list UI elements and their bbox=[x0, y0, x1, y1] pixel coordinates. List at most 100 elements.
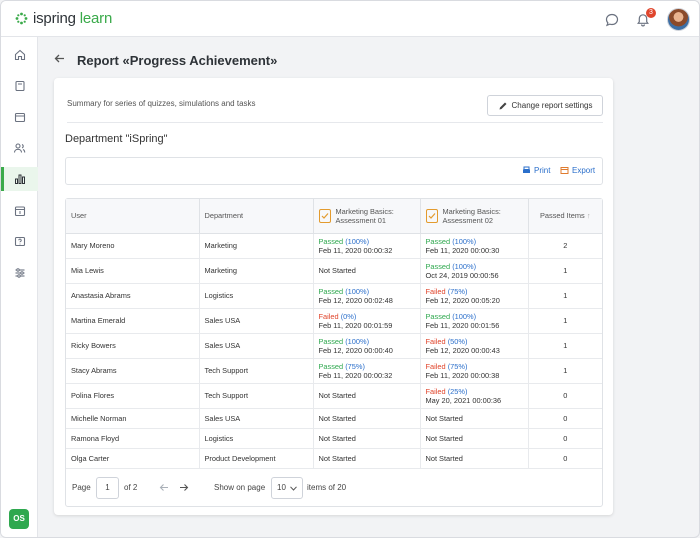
home-icon bbox=[14, 49, 25, 61]
table-body: Mary Moreno Marketing Passed (100%) Feb 11,… bbox=[66, 233, 602, 469]
user-cell: Anastasia Abrams bbox=[66, 283, 200, 309]
sidebar-item-library[interactable] bbox=[1, 74, 38, 98]
user-name: Ramona Floyd bbox=[71, 433, 120, 443]
table-row[interactable]: Stacy Abrams Tech Support Passed (75%) Feb … bbox=[66, 358, 602, 384]
score-percent[interactable]: (100%) bbox=[345, 287, 369, 296]
status-label: Passed bbox=[318, 236, 344, 246]
report-card: Summary for series of quizzes, simulatio… bbox=[54, 78, 613, 515]
score-percent[interactable]: (100%) bbox=[452, 262, 476, 271]
department-cell: Sales USA bbox=[199, 308, 314, 334]
status-not-started: Not Started bbox=[318, 266, 356, 275]
quiz-icon bbox=[318, 208, 331, 223]
book-icon bbox=[14, 80, 25, 92]
score-percent[interactable]: (100%) bbox=[345, 237, 369, 246]
quiz-icon bbox=[425, 208, 438, 223]
report-table: User Department Marketing Basics: Assessm… bbox=[65, 198, 603, 507]
score-percent[interactable]: (75%) bbox=[345, 362, 365, 371]
column-header-assessment-02[interactable]: Marketing Basics: Assessment 02 bbox=[420, 199, 529, 234]
user-cell: Olga Carter bbox=[66, 448, 200, 469]
status-not-started: Not Started bbox=[425, 413, 463, 423]
attempt-date: Feb 12, 2020 00:02:48 bbox=[318, 295, 393, 305]
change-report-settings-button[interactable]: Change report settings bbox=[487, 95, 603, 116]
score-percent[interactable]: (0%) bbox=[341, 312, 357, 321]
department-header-label: Department bbox=[204, 211, 244, 221]
assessment-02-cell: Not Started bbox=[420, 428, 529, 449]
app-logo[interactable]: ispring learn bbox=[15, 10, 112, 27]
status-label: Passed bbox=[425, 236, 451, 246]
department-cell: Sales USA bbox=[199, 333, 314, 359]
score-percent[interactable]: (100%) bbox=[345, 337, 369, 346]
column-header-user[interactable]: User bbox=[66, 199, 200, 234]
status-label: Failed bbox=[425, 336, 446, 346]
table-row[interactable]: Olga Carter Product Development Not Starte… bbox=[66, 448, 602, 469]
back-arrow-icon[interactable] bbox=[53, 52, 66, 65]
sidebar-item-settings[interactable] bbox=[1, 261, 38, 285]
table-row[interactable]: Michelle Norman Sales USA Not Started Not S… bbox=[66, 408, 602, 429]
department-cell: Marketing bbox=[199, 233, 314, 259]
user-name: Michelle Norman bbox=[71, 413, 127, 423]
chat-icon[interactable] bbox=[605, 13, 619, 27]
table-row[interactable]: Martina Emerald Sales USA Failed (0%) Feb 1… bbox=[66, 308, 602, 334]
column-header-passed-items[interactable]: Passed Items ↑ bbox=[528, 199, 602, 234]
column-header-department[interactable]: Department bbox=[199, 199, 314, 234]
score-percent[interactable]: (100%) bbox=[452, 312, 476, 321]
print-button[interactable]: Print bbox=[522, 166, 550, 175]
passed-items-count: 1 bbox=[563, 366, 568, 375]
print-label: Print bbox=[534, 166, 551, 175]
status-label: Failed bbox=[425, 286, 446, 296]
ispring-logo-icon bbox=[15, 12, 28, 25]
export-button[interactable]: Export bbox=[560, 166, 595, 175]
sidebar-item-events[interactable] bbox=[1, 199, 38, 223]
user-initials-badge[interactable]: OS bbox=[9, 509, 29, 529]
column-header-assessment-01[interactable]: Marketing Basics: Assessment 01 bbox=[313, 199, 421, 234]
sidebar-item-users[interactable] bbox=[1, 136, 38, 160]
user-name: Polina Flores bbox=[71, 391, 115, 400]
status-label: Passed bbox=[318, 361, 344, 371]
table-row[interactable]: Mia Lewis Marketing Not Started Passed (100… bbox=[66, 258, 602, 284]
score-percent[interactable]: (50%) bbox=[448, 337, 468, 346]
score-percent[interactable]: (100%) bbox=[452, 237, 476, 246]
user-name: Olga Carter bbox=[71, 453, 110, 463]
divider bbox=[67, 122, 603, 123]
table-row[interactable]: Anastasia Abrams Logistics Passed (100%) Fe… bbox=[66, 283, 602, 309]
table-row[interactable]: Mary Moreno Marketing Passed (100%) Feb 11,… bbox=[66, 233, 602, 259]
score-percent[interactable]: (75%) bbox=[448, 362, 468, 371]
score-percent[interactable]: (25%) bbox=[448, 387, 468, 396]
score-percent[interactable]: (75%) bbox=[448, 287, 468, 296]
sidebar-item-calendar[interactable] bbox=[1, 105, 38, 129]
sidebar-item-reports[interactable] bbox=[1, 167, 38, 191]
status-label: Failed bbox=[318, 311, 339, 321]
assessment-02-cell: Passed (100%) Feb 11, 2020 00:00:30 bbox=[420, 233, 529, 259]
assessment-02-cell: Passed (100%) Feb 11, 2020 00:01:56 bbox=[420, 308, 529, 334]
sidebar-item-help[interactable] bbox=[1, 230, 38, 254]
table-row[interactable]: Polina Flores Tech Support Not Started Fail… bbox=[66, 383, 602, 409]
status-label: Passed bbox=[318, 336, 344, 346]
department-name: Marketing bbox=[204, 266, 237, 275]
summary-text: Summary for series of quizzes, simulatio… bbox=[67, 99, 256, 108]
page-of-label: of 2 bbox=[124, 482, 138, 492]
notification-badge: 3 bbox=[646, 8, 656, 18]
sidebar: OS bbox=[1, 37, 38, 537]
department-cell: Sales USA bbox=[199, 408, 314, 429]
help-icon bbox=[14, 236, 25, 247]
page-input[interactable]: 1 bbox=[96, 476, 119, 499]
user-cell: Ramona Floyd bbox=[66, 428, 200, 449]
next-page-arrow-icon[interactable] bbox=[179, 483, 189, 492]
assessment-02-line2: Assessment 02 bbox=[442, 215, 494, 225]
sidebar-item-home[interactable] bbox=[1, 43, 38, 67]
assessment-01-cell: Not Started bbox=[313, 383, 421, 409]
user-cell: Martina Emerald bbox=[66, 308, 200, 334]
passed-items-count: 0 bbox=[563, 433, 568, 443]
passed-items-count: 1 bbox=[563, 341, 568, 350]
sort-arrow-icon: ↑ bbox=[586, 211, 591, 221]
table-row[interactable]: Ricky Bowers Sales USA Passed (100%) Feb 12… bbox=[66, 333, 602, 359]
per-page-select[interactable]: 10 bbox=[271, 476, 303, 499]
passed-items-cell: 1 bbox=[528, 283, 602, 309]
table-row[interactable]: Ramona Floyd Logistics Not Started Not Star… bbox=[66, 428, 602, 449]
user-avatar[interactable] bbox=[667, 8, 690, 31]
assessment-01-cell: Not Started bbox=[313, 428, 421, 449]
department-name: Logistics bbox=[204, 433, 234, 443]
assessment-01-cell: Not Started bbox=[313, 258, 421, 284]
attempt-date: Feb 11, 2020 00:00:32 bbox=[318, 370, 393, 380]
prev-page-arrow-icon[interactable] bbox=[159, 483, 169, 492]
